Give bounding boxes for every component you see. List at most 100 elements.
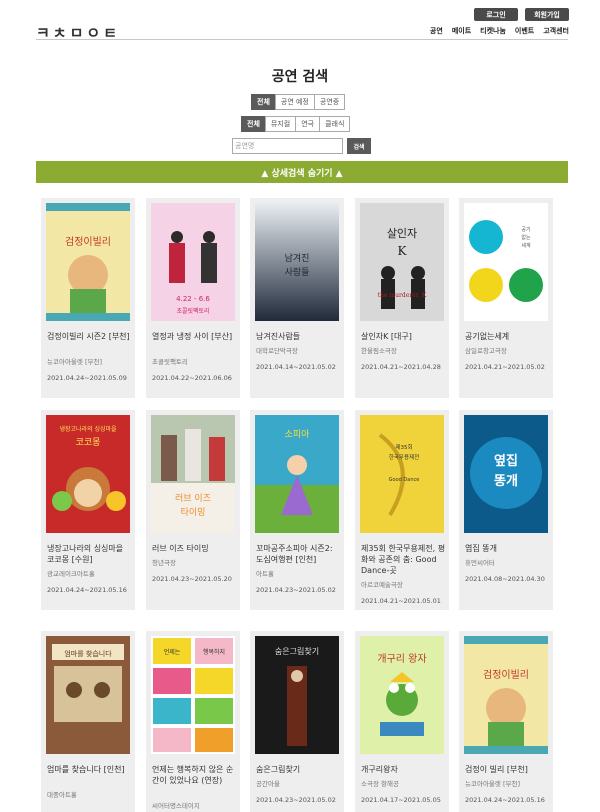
card-title[interactable]: 엄마를 찾습니다 [인천]	[47, 764, 133, 775]
svg-text:사람들: 사람들	[285, 266, 310, 278]
svg-text:공기: 공기	[521, 226, 530, 233]
card-title[interactable]: 냉장고나라의 싱싱마을 코코몽 [수원]	[47, 543, 133, 565]
card-date: 2021.04.22~2021.06.06	[152, 374, 232, 382]
performance-card[interactable]: 냉장고나라의 싱싱마을 코코몽 냉장고나라의 싱싱마을 코코몽 [수원] 광교레이…	[41, 410, 135, 610]
nav-item-support[interactable]: 고객센터	[543, 26, 569, 36]
card-date: 2021.04.08~2021.04.30	[465, 575, 545, 583]
nav-item-events[interactable]: 이벤트	[515, 26, 534, 36]
svg-text:검정이빌리: 검정이빌리	[65, 236, 111, 248]
performance-card[interactable]: 검정이빌리검정이 빌리 [부천] 뉴코아아울렛 [부천] 2021.04.24~20…	[459, 631, 553, 812]
nav-item-performances[interactable]: 공연	[430, 26, 443, 36]
poster-image[interactable]: 검정이빌리	[46, 203, 130, 321]
card-title[interactable]: 남겨진사람들	[256, 331, 342, 342]
card-venue: 한울림소극장	[361, 347, 397, 355]
poster-image[interactable]: 냉장고나라의 싱싱마을 코코몽	[46, 415, 130, 533]
page-title: 공연 검색	[271, 69, 329, 85]
performance-card[interactable]: 숨은그림찾기 숨은그림찾기 공간아울 2021.04.23~2021.05.02	[250, 631, 344, 812]
card-venue: 광교레이크아트홀	[47, 570, 95, 578]
poster-image[interactable]: 엄마를 찾습니다	[46, 636, 130, 754]
poster-image[interactable]: 언제는 행복하지	[151, 636, 235, 754]
login-button[interactable]: 로그인	[474, 8, 518, 21]
performance-card[interactable]: 언제는 행복하지언제는 행복하지 않은 순간이 있었나요 (연장) 씨어터명스테이…	[146, 631, 240, 812]
svg-text:숨은그림찾기: 숨은그림찾기	[275, 646, 319, 656]
poster-image[interactable]: 검정이빌리	[464, 636, 548, 754]
poster-image[interactable]: 옆집 똥개	[464, 415, 548, 533]
svg-text:제35회: 제35회	[395, 443, 412, 451]
search-input[interactable]: 공연명	[232, 138, 343, 154]
card-title[interactable]: 꼬마공주소피아 시즌2: 도심여행편 [인천]	[256, 543, 342, 565]
poster-image[interactable]: 숨은그림찾기	[255, 636, 339, 754]
performance-card[interactable]: 남겨진 사람들 남겨진사람들 대학로단막극장 2021.04.14~2021.05.0…	[250, 198, 344, 398]
svg-text:엄마를 찾습니다: 엄마를 찾습니다	[64, 649, 112, 658]
poster-image[interactable]: 개구리 왕자	[360, 636, 444, 754]
performance-card[interactable]: 옆집 똥개 엽집 똥개 휴먼씨어터 2021.04.08~2021.04.30	[459, 410, 553, 610]
svg-text:한국무용제전: 한국무용제전	[389, 453, 419, 461]
card-title[interactable]: 언제는 행복하지 않은 순간이 있었나요 (연장)	[152, 764, 238, 786]
card-date: 2021.04.24~2021.05.16	[465, 796, 545, 804]
card-title[interactable]: 열정과 냉정 사이 [부산]	[152, 331, 238, 342]
card-venue: 초콜릿팩토리	[152, 358, 188, 366]
status-ongoing-button[interactable]: 공연중	[313, 94, 346, 110]
performance-card[interactable]: 공기 없는 세계 공기없는세계 삼일로창고극장 2021.04.21~2021.05.…	[459, 198, 553, 398]
poster-image[interactable]: 남겨진 사람들	[255, 203, 339, 321]
poster-image[interactable]: 러브 이즈 타이밍	[151, 415, 235, 533]
card-title[interactable]: 살인자K [대구]	[361, 331, 447, 342]
poster-image[interactable]: 살인자 K the murderer, K	[360, 203, 444, 321]
status-filter: 전체 공연 예정 공연중	[251, 94, 346, 110]
card-title[interactable]: 제35회 한국무용제전, 평화와 공존의 춤: Good Dance-곳	[361, 543, 447, 576]
performance-card[interactable]: 4.22 - 6.6 초콜릿팩토리열정과 냉정 사이 [부산] 초콜릿팩토리 202…	[146, 198, 240, 398]
main-nav: 공연 메이트 티켓나눔 이벤트 고객센터	[430, 26, 569, 36]
performance-card[interactable]: 개구리 왕자 개구리왕자 소극장 항해공 2021.04.17~2021.05.05	[355, 631, 449, 812]
svg-text:행복하지: 행복하지	[203, 648, 225, 656]
performance-card[interactable]: 엄마를 찾습니다 엄마를 찾습니다 [인천] 대중아트홀	[41, 631, 135, 812]
card-title[interactable]: 러브 이즈 타이밍	[152, 543, 238, 554]
signup-button[interactable]: 회원가입	[525, 8, 569, 21]
card-date: 2021.04.24~2021.05.16	[47, 586, 127, 594]
svg-text:남겨진: 남겨진	[285, 253, 310, 264]
status-all-button[interactable]: 전체	[251, 94, 276, 110]
card-venue: 소극장 항해공	[361, 780, 399, 788]
poster-image[interactable]: 4.22 - 6.6 초콜릿팩토리	[151, 203, 235, 321]
card-venue: 아르코예술극장	[361, 581, 403, 589]
performance-card[interactable]: 소피아 꼬마공주소피아 시즌2: 도심여행편 [인천] 아트홀 2021.04.23…	[250, 410, 344, 610]
card-date: 2021.04.23~2021.05.02	[256, 586, 336, 594]
advanced-search-toggle[interactable]: ▲ 상세검색 숨기기 ▲	[36, 161, 568, 183]
card-title[interactable]: 검정이 빌리 [부천]	[465, 764, 551, 775]
auth-buttons: 로그인 회원가입	[474, 8, 569, 21]
poster-image[interactable]: 제35회 한국무용제전 Good Dance	[360, 415, 444, 533]
card-venue: 뉴코아아울렛 [부천]	[465, 780, 520, 788]
svg-text:코코몽: 코코몽	[76, 437, 101, 448]
card-title[interactable]: 검정이빌리 시즌2 [부천]	[47, 331, 133, 342]
genre-musical-button[interactable]: 뮤지컬	[264, 116, 297, 132]
card-date: 2021.04.21~2021.04.28	[361, 363, 441, 371]
poster-image[interactable]: 소피아	[255, 415, 339, 533]
nav-item-mate[interactable]: 메이트	[452, 26, 471, 36]
status-upcoming-button[interactable]: 공연 예정	[274, 94, 315, 110]
card-title[interactable]: 엽집 똥개	[465, 543, 551, 554]
performance-card[interactable]: 제35회 한국무용제전 Good Dance 제35회 한국무용제전, 평화와 공…	[355, 410, 449, 610]
genre-classic-button[interactable]: 클래식	[319, 116, 351, 132]
card-title[interactable]: 공기없는세계	[465, 331, 551, 342]
genre-all-button[interactable]: 전체	[241, 116, 266, 132]
svg-text:없는: 없는	[521, 234, 531, 241]
card-venue: 씨어터명스테이지	[152, 802, 200, 810]
card-title[interactable]: 개구리왕자	[361, 764, 447, 775]
card-venue: 대학로단막극장	[256, 347, 298, 355]
svg-text:살인자: 살인자	[387, 227, 417, 240]
svg-text:세계: 세계	[521, 242, 531, 249]
performance-card[interactable]: 살인자 K the murderer, K 살인자K [대구] 한울림소극장 2021…	[355, 198, 449, 398]
card-title[interactable]: 숨은그림찾기	[256, 764, 342, 775]
performance-card[interactable]: 러브 이즈 타이밍 러브 이즈 타이밍 청년극장 2021.04.23~2021.05…	[146, 410, 240, 610]
poster-image[interactable]: 공기 없는 세계	[464, 203, 548, 321]
genre-play-button[interactable]: 연극	[295, 116, 321, 132]
card-date: 2021.04.14~2021.05.02	[256, 363, 336, 371]
card-venue: 아트홀	[256, 570, 274, 578]
svg-text:K: K	[398, 244, 408, 258]
nav-item-ticket-share[interactable]: 티켓나눔	[480, 26, 506, 36]
search-button[interactable]: 검색	[347, 138, 371, 154]
svg-text:옆집: 옆집	[494, 453, 518, 469]
card-venue: 공간아울	[256, 780, 280, 788]
svg-text:the murderer, K: the murderer, K	[378, 292, 427, 299]
genre-filter: 전체 뮤지컬 연극 클래식	[241, 116, 351, 132]
performance-card[interactable]: 검정이빌리 검정이빌리 시즌2 [부천] 뉴코아아울렛 [부천] 2021.04.24…	[41, 198, 135, 398]
